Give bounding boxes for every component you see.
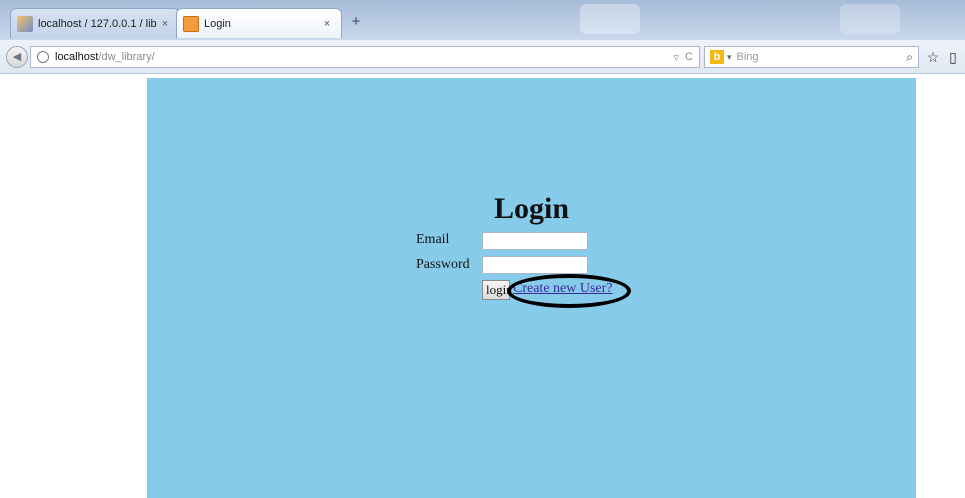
reload-icon[interactable]: C (685, 51, 693, 63)
page-content: Login Email Password login Create new Us… (147, 78, 916, 498)
create-new-user-link[interactable]: Create new User? (513, 281, 613, 297)
tab-title: localhost / 127.0.0.1 / librar... (38, 17, 157, 30)
password-field[interactable] (482, 256, 588, 274)
tab-title: Login (204, 17, 231, 30)
tabstrip-highlight-2 (840, 4, 900, 34)
search-input[interactable]: Bing (737, 51, 759, 63)
tab-login[interactable]: Login × (176, 8, 342, 38)
new-tab-button[interactable]: + (346, 12, 366, 32)
password-label: Password (416, 257, 470, 272)
tab-close-icon[interactable]: × (157, 18, 173, 30)
url-dropdown-icon[interactable]: ▿ (674, 51, 680, 64)
tab-close-icon[interactable]: × (319, 18, 335, 30)
search-icon[interactable]: ⌕ (906, 50, 913, 65)
search-bar[interactable]: b ▾ Bing ⌕ (704, 46, 919, 68)
login-favicon-icon (183, 15, 199, 32)
globe-icon (37, 51, 49, 63)
navigation-bar: ◀ localhost/dw_library/ ▿ C b ▾ Bing ⌕ ☆… (0, 40, 965, 74)
bookmark-star-icon[interactable]: ☆ (925, 49, 941, 65)
page-title: Login (493, 192, 570, 225)
back-button[interactable]: ◀ (6, 46, 28, 68)
tab-phpmyadmin[interactable]: localhost / 127.0.0.1 / librar... × (10, 8, 180, 38)
email-label: Email (416, 232, 450, 247)
bing-icon[interactable]: b (710, 50, 724, 64)
back-arrow-icon: ◀ (12, 51, 22, 63)
url-path: /dw_library/ (98, 51, 155, 63)
phpmyadmin-favicon-icon (17, 15, 33, 32)
bookmarks-icon[interactable]: ▯ (945, 49, 961, 65)
address-bar[interactable]: localhost/dw_library/ ▿ C (30, 46, 700, 68)
login-button[interactable]: login (482, 280, 510, 300)
tab-strip: localhost / 127.0.0.1 / librar... × Logi… (0, 0, 965, 40)
email-field[interactable] (482, 232, 588, 250)
tabstrip-highlight (580, 4, 640, 34)
url-host: localhost (55, 51, 99, 63)
search-engine-dropdown-icon[interactable]: ▾ (727, 52, 732, 63)
